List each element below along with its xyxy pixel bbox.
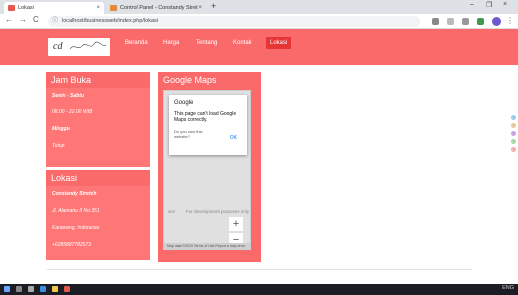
close-tab-icon[interactable]: ×	[198, 2, 202, 14]
info-icon[interactable]: ⓘ	[52, 16, 58, 27]
site-logo[interactable]: cd	[48, 38, 110, 56]
profile-avatar[interactable]	[492, 17, 501, 26]
tab-title: Control Panel - Constandy Stret	[120, 5, 198, 11]
task-view-icon[interactable]	[28, 286, 34, 292]
new-tab-button[interactable]: +	[211, 1, 216, 11]
side-dot-icon	[511, 123, 516, 128]
map-watermark: For development purposes only	[186, 209, 250, 214]
site-favicon-icon	[110, 5, 117, 11]
tab-title: Lokasi	[18, 5, 34, 11]
os-taskbar: ENG	[0, 284, 518, 295]
business-name: Constandy Stretch	[52, 191, 97, 197]
nav-beranda[interactable]: Beranda	[125, 40, 148, 46]
closed-status: Tutup	[52, 143, 65, 149]
nav-harga[interactable]: Harga	[163, 40, 179, 46]
url-input[interactable]: ⓘ localhost/businessweb/index.php/lokasi	[48, 16, 420, 27]
edge-icon[interactable]	[40, 286, 46, 292]
side-dot-icon	[511, 139, 516, 144]
extension-icon[interactable]	[432, 18, 439, 25]
opening-hours: 08.00 - 22.00 WIB	[52, 109, 93, 115]
zoom-in-button[interactable]: +	[229, 217, 243, 231]
tab-control-panel[interactable]: Control Panel - Constandy Stret ×	[106, 2, 206, 14]
map-error-dialog: Google This page can't load Google Maps …	[169, 95, 247, 155]
side-dot-icon	[511, 147, 516, 152]
lokasi-body: Constandy Stretch Jl. Alamanu II No.351 …	[46, 186, 150, 260]
lokasi-card: Lokasi Constandy Stretch Jl. Alamanu II …	[46, 170, 150, 260]
side-dot-icon	[511, 131, 516, 136]
site-favicon-icon	[8, 5, 15, 11]
lokasi-title: Lokasi	[51, 173, 78, 183]
map-error-question: Do you own this website?	[174, 129, 203, 139]
phone-number: +6285887782573	[52, 242, 92, 248]
closed-day: Minggu	[52, 126, 70, 132]
url-text: localhost/businessweb/index.php/lokasi	[62, 18, 159, 24]
nav-kontak[interactable]: Kontak	[233, 40, 252, 46]
side-dot-icon	[511, 115, 516, 120]
jam-buka-title: Jam Buka	[51, 75, 92, 85]
jam-buka-card: Jam Buka Senin - Sabtu 08.00 - 22.00 WIB…	[46, 72, 150, 167]
opening-days: Senin - Sabtu	[52, 93, 84, 99]
jam-buka-body: Senin - Sabtu 08.00 - 22.00 WIB Minggu T…	[46, 88, 150, 167]
extension-icon[interactable]	[477, 18, 484, 25]
start-icon[interactable]	[4, 286, 10, 292]
map-watermark-left: ses	[168, 209, 176, 214]
restore-button[interactable]: ❐	[486, 1, 492, 9]
address-bar-row: ← → C ⓘ localhost/businessweb/index.php/…	[0, 14, 518, 29]
map-attribution: Map data ©2019 Terms of Use Report a map…	[164, 243, 250, 249]
nav-lokasi[interactable]: Lokasi	[266, 37, 292, 49]
back-button[interactable]: ←	[5, 15, 13, 24]
site-navbar: cd Beranda Harga Tentang Kontak Lokasi	[0, 29, 518, 65]
map-error-title: This page can't load Google Maps correct…	[174, 111, 237, 123]
google-maps-title: Google Maps	[163, 75, 217, 85]
extension-icon[interactable]	[462, 18, 469, 25]
app-icon[interactable]	[64, 286, 70, 292]
logo-signature-icon	[69, 41, 107, 50]
city-country: Karawang, Indonesia	[52, 225, 99, 231]
footer-divider	[47, 269, 472, 270]
minimize-button[interactable]: –	[470, 1, 474, 8]
street-address: Jl. Alamanu II No.351	[52, 208, 100, 214]
reload-button[interactable]: C	[33, 15, 39, 24]
google-brand: Google	[174, 100, 194, 106]
search-icon[interactable]	[16, 286, 22, 292]
browser-tab-bar: Lokasi × Control Panel - Constandy Stret…	[0, 0, 518, 14]
google-maps-card: Google Maps Google This page can't load …	[158, 72, 261, 262]
system-tray-language[interactable]: ENG	[502, 285, 514, 291]
file-explorer-icon[interactable]	[52, 286, 58, 292]
close-tab-icon[interactable]: ×	[96, 2, 100, 14]
bookmark-star-icon[interactable]	[447, 18, 454, 25]
page-viewport: cd Beranda Harga Tentang Kontak Lokasi J…	[0, 29, 518, 284]
forward-button[interactable]: →	[19, 15, 27, 24]
map-error-ok-button[interactable]: OK	[230, 135, 237, 141]
nav-tentang[interactable]: Tentang	[196, 40, 217, 46]
tab-lokasi[interactable]: Lokasi ×	[4, 2, 104, 14]
close-window-button[interactable]: ×	[503, 1, 507, 8]
map-embed[interactable]: Google This page can't load Google Maps …	[163, 90, 251, 250]
browser-menu-icon[interactable]: ⋮	[506, 16, 514, 25]
